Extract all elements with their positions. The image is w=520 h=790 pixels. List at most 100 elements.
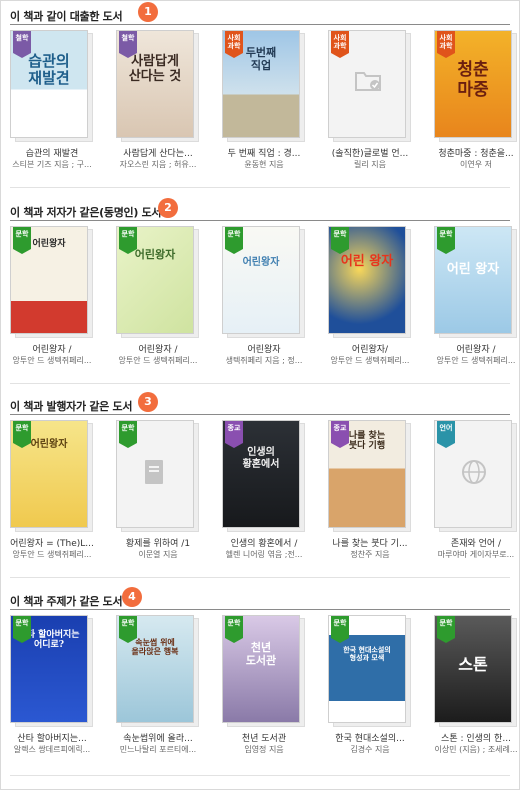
book-author: 김경수 지음 <box>350 745 390 754</box>
book-cover-image[interactable]: 어린왕자 문학 <box>10 420 88 528</box>
book-title-link[interactable]: 사람답게 산다는... <box>110 146 206 159</box>
book-cover-image[interactable]: 어린왕자 문학 <box>116 226 194 334</box>
section-title: 이 책과 발행자가 같은 도서 <box>10 400 133 413</box>
book-cover-image[interactable]: 천년 도서관 문학 <box>222 615 300 723</box>
section-header: 이 책과 주제가 같은 도서 4 <box>10 587 510 611</box>
section-title: 이 책과 주제가 같은 도서 <box>10 595 123 608</box>
book-cover-link[interactable]: 천년 도서관 문학 <box>222 615 306 729</box>
book-title-link[interactable]: 인생의 황혼에서 / <box>216 536 312 549</box>
book-cover-title: 습관의 재발견 <box>28 52 70 88</box>
book-title-link[interactable]: 어린왕자 = (The)L... <box>4 536 100 549</box>
section-1: 이 책과 같이 대출한 도서 1 습관의 재발견 철학 습관의 재발견스티븐 기즈 지음… <box>10 2 517 169</box>
book-author: 자오스린 지음 ; 허유... <box>119 160 197 169</box>
section-divider <box>10 609 510 610</box>
book-cover-image[interactable]: 속눈썹 위에 올라앉은 행복 문학 <box>116 615 194 723</box>
section-divider <box>10 24 510 25</box>
book-title-link[interactable]: 존재와 언어 / <box>428 536 520 549</box>
book-cover-image[interactable]: 인생의 황혼에서 종교 <box>222 420 300 528</box>
category-tag: 문학 <box>13 227 31 254</box>
book-title-link[interactable]: 두 번째 직업 : 경... <box>216 146 312 159</box>
book-cover-title: 사람답게 산다는 것 <box>128 54 182 84</box>
book-title-link[interactable]: 어린왕자 / <box>110 342 206 355</box>
book-list: 산타 할아버지는 어디로?문학산타 할아버지는...알렉스 쌍데르피에릭...속… <box>10 615 518 755</box>
book-cover-image[interactable]: 사람답게 산다는 것 철학 <box>116 30 194 138</box>
book-cover-image[interactable]: 어린 왕자 문학 <box>328 226 406 334</box>
section-title: 이 책과 저자가 같은(동명인) 도서 <box>10 206 162 219</box>
book-cover-link[interactable]: 스톤 문학 <box>434 615 518 729</box>
section-number-badge: 2 <box>158 198 178 218</box>
book-cover-link[interactable]: 사회 과학 <box>328 30 412 144</box>
book-author: 이문열 지음 <box>138 550 178 559</box>
book-cover-link[interactable]: 어린왕자 문학 <box>222 226 306 340</box>
book-cover-link[interactable]: 어린왕자 문학 <box>10 226 94 340</box>
book-author: 앙투안 드 생텍쥐페리... <box>436 356 516 365</box>
book-cover-link[interactable]: 산타 할아버지는 어디로?문학 <box>10 615 94 729</box>
book-title-link[interactable]: 황제를 위하여 /1 <box>110 536 206 549</box>
category-tag: 사회 과학 <box>331 31 349 58</box>
section-number-badge: 3 <box>138 392 158 412</box>
book-cover-image[interactable]: 습관의 재발견 철학 <box>10 30 88 138</box>
book-author: 앙투안 드 생텍쥐페리... <box>118 356 198 365</box>
category-tag: 문학 <box>225 616 243 643</box>
category-tag: 종교 <box>225 421 243 448</box>
book-author: 이상민 (지음) ; 조세례... <box>434 745 518 754</box>
book-cover-placeholder[interactable]: 문학 <box>116 420 194 528</box>
book-cover-link[interactable]: 나를 찾는 붓다 기행 종교 <box>328 420 412 534</box>
globe-icon <box>461 459 487 489</box>
category-tag: 문학 <box>13 421 31 448</box>
book-cover-image[interactable]: 산타 할아버지는 어디로?문학 <box>10 615 88 723</box>
book-cover-link[interactable]: 어린왕자 문학 <box>10 420 94 534</box>
category-tag: 사회 과학 <box>225 31 243 58</box>
book-title-link[interactable]: 습관의 재발견 <box>4 146 100 159</box>
book-cover-image[interactable]: 어린 왕자 문학 <box>434 226 512 334</box>
book-author: 앙투안 드 생텍쥐페리... <box>12 356 92 365</box>
book-icon <box>143 459 165 489</box>
book-cover-title: 어린 왕자 <box>340 254 394 269</box>
book-author: 앙투안 드 생텍쥐페리... <box>330 356 410 365</box>
book-cover-placeholder[interactable]: 언어 <box>434 420 512 528</box>
book-title-link[interactable]: 나를 찾는 붓다 기... <box>322 536 418 549</box>
book-cover-link[interactable]: 문학 <box>116 420 200 534</box>
section-title: 이 책과 같이 대출한 도서 <box>10 10 123 23</box>
book-title-link[interactable]: 어린왕자 <box>216 342 312 355</box>
book-cover-link[interactable]: 한국 현대소설의 형성과 모색 문학 <box>328 615 412 729</box>
book-cover-image[interactable]: 한국 현대소설의 형성과 모색 문학 <box>328 615 406 723</box>
book-title-link[interactable]: 산타 할아버지는... <box>4 731 100 744</box>
book-title-link[interactable]: 스톤 : 인생의 한... <box>428 731 520 744</box>
book-title-link[interactable]: 어린왕자 / <box>428 342 520 355</box>
book-cover-link[interactable]: 어린 왕자 문학 <box>434 226 518 340</box>
book-cover-link[interactable]: 언어 <box>434 420 518 534</box>
book-cover-image[interactable]: 청춘 마중 사회 과학 <box>434 30 512 138</box>
book-cover-image[interactable]: 어린왕자 문학 <box>222 226 300 334</box>
book-title-link[interactable]: 어린왕자/ <box>322 342 418 355</box>
book-cover-link[interactable]: 청춘 마중 사회 과학 <box>434 30 518 144</box>
category-tag: 언어 <box>437 421 455 448</box>
book-title-link[interactable]: 한국 현대소설의... <box>322 731 418 744</box>
book-cover-link[interactable]: 속눈썹 위에 올라앉은 행복 문학 <box>116 615 200 729</box>
book-title-link[interactable]: 어린왕자 / <box>4 342 100 355</box>
book-cover-link[interactable]: 사람답게 산다는 것 철학 <box>116 30 200 144</box>
book-author: 스티븐 기즈 지음 ; 구... <box>12 160 92 169</box>
section-header: 이 책과 저자가 같은(동명인) 도서 2 <box>10 198 510 222</box>
section-number-badge: 1 <box>138 2 158 22</box>
book-cover-link[interactable]: 어린왕자 문학 <box>116 226 200 340</box>
section-divider <box>10 414 510 415</box>
book-title-link[interactable]: 속눈썹위에 올라... <box>110 731 206 744</box>
book-title-link[interactable]: (솔직한)글로벌 언... <box>322 146 418 159</box>
book-cover-image[interactable]: 두번째 직업 사회 과학 <box>222 30 300 138</box>
section-separator <box>10 383 510 384</box>
book-cover-image[interactable]: 나를 찾는 붓다 기행 종교 <box>328 420 406 528</box>
book-cover-image[interactable]: 스톤 문학 <box>434 615 512 723</box>
category-tag: 철학 <box>13 31 31 58</box>
book-cover-link[interactable]: 인생의 황혼에서 종교 <box>222 420 306 534</box>
book-cover-link[interactable]: 어린 왕자 문학 <box>328 226 412 340</box>
book-cover-link[interactable]: 두번째 직업 사회 과학 <box>222 30 306 144</box>
book-cover-link[interactable]: 습관의 재발견 철학 <box>10 30 94 144</box>
book-title-link[interactable]: 청춘마중 : 청춘을... <box>428 146 520 159</box>
book-cover-image[interactable]: 어린왕자 문학 <box>10 226 88 334</box>
category-tag: 문학 <box>225 227 243 254</box>
section-header: 이 책과 발행자가 같은 도서 3 <box>10 392 510 416</box>
book-cover-placeholder[interactable]: 사회 과학 <box>328 30 406 138</box>
book-title-link[interactable]: 천년 도서관 <box>216 731 312 744</box>
book-list: 어린왕자 문학 어린왕자 / 앙투안 드 생텍쥐페리... 어린왕자 문학 어린왕자 / 앙투… <box>10 226 517 366</box>
